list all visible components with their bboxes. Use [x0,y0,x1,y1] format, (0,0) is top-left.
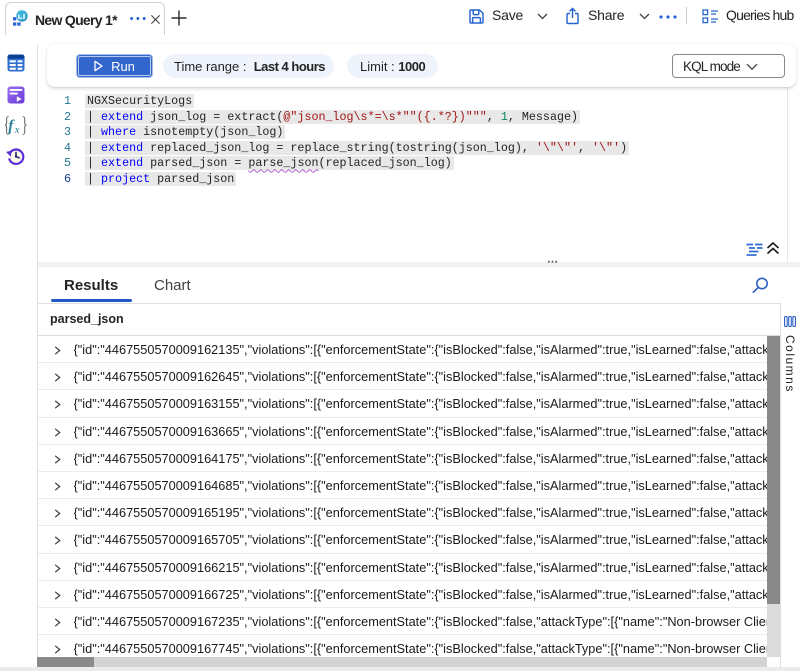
svg-text:x: x [14,124,20,136]
